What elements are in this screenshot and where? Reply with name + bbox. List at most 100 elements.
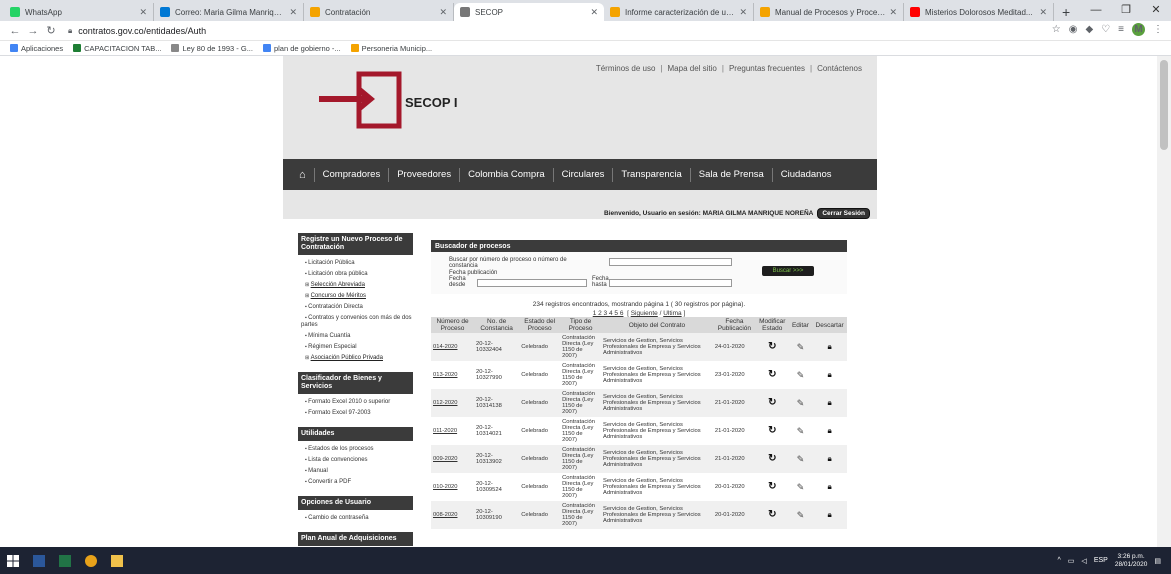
sidebar-item[interactable]: Licitación Pública [301,260,413,267]
lock-icon[interactable]: 🔒︎ [812,473,847,501]
process-link[interactable]: 009-2020 [433,456,458,462]
reload-icon[interactable]: ↻ [44,24,58,37]
sidebar-link[interactable]: Estados de los procesos [308,446,373,452]
menu-icon[interactable]: ⋮ [1153,24,1163,35]
extension-icon[interactable]: ◆ [1085,24,1093,35]
edit-icon[interactable]: ✎ [788,361,813,389]
sidebar-item[interactable]: Formato Excel 2010 o superior [301,399,413,406]
refresh-icon[interactable]: ↻ [755,501,789,529]
sidebar-link[interactable]: Manual [308,468,328,474]
lock-icon[interactable]: 🔒︎ [812,389,847,417]
top-link[interactable]: Preguntas frecuentes [729,64,805,73]
volume-icon[interactable]: ◁ [1081,557,1086,565]
tab-close-icon[interactable]: ✕ [289,7,297,18]
search-button[interactable]: Buscar >>> [762,266,814,276]
sidebar-item[interactable]: Manual [301,468,413,475]
sidebar-link[interactable]: Selección Abreviada [311,282,365,288]
edit-icon[interactable]: ✎ [788,333,813,361]
shield-icon[interactable]: ♡ [1101,24,1110,35]
sidebar-item[interactable]: Asociación Público Privada [301,355,413,362]
edit-icon[interactable]: ✎ [788,473,813,501]
word-icon[interactable] [26,547,52,574]
sidebar-item[interactable]: Licitación obra pública [301,271,413,278]
sidebar-link[interactable]: Licitación obra pública [308,271,367,277]
bookmark-item[interactable]: CAPACITACION TAB... [73,44,161,53]
nav-item[interactable]: Compradores [313,167,389,182]
sidebar-link[interactable]: Convertir a PDF [308,479,351,485]
close-window-icon[interactable]: ✕ [1141,0,1171,21]
refresh-icon[interactable]: ↻ [755,473,789,501]
lock-icon[interactable]: 🔒︎ [812,333,847,361]
sidebar-item[interactable]: Mínima Cuantía [301,333,413,340]
nav-item[interactable]: Circulares [552,167,613,182]
nav-item[interactable]: Transparencia [612,167,689,182]
nav-item[interactable]: Sala de Prensa [689,167,772,182]
start-button[interactable] [0,547,26,574]
lock-icon[interactable]: 🔒︎ [812,417,847,445]
sidebar-link[interactable]: Contratación Directa [308,304,363,310]
nav-item[interactable]: Ciudadanos [771,167,840,182]
refresh-icon[interactable]: ↻ [755,361,789,389]
page-links[interactable]: 1 2 3 4 5 6 [593,310,624,317]
sidebar-link[interactable]: Formato Excel 97-2003 [308,410,370,416]
browser-tab[interactable]: Misterios Dolorosos Meditad... ✕ [904,3,1054,21]
browser-tab[interactable]: Informe caracterización de usua... ✕ [604,3,754,21]
clock[interactable]: 3:26 p.m. 28/01/2020 [1115,553,1148,569]
sidebar-item[interactable]: Selección Abreviada [301,282,413,289]
edit-icon[interactable]: ✎ [788,501,813,529]
tab-close-icon[interactable]: ✕ [139,7,147,18]
bookmark-item[interactable]: Aplicaciones [10,44,63,53]
home-icon[interactable]: ⌂ [299,169,306,181]
bookmark-item[interactable]: Ley 80 de 1993 - G... [171,44,253,53]
sidebar-link[interactable]: Lista de convenciones [308,457,367,463]
top-link[interactable]: Términos de uso [596,64,656,73]
sidebar-item[interactable]: Contratación Directa [301,304,413,311]
scrollbar-thumb[interactable] [1160,60,1168,150]
next-page-link[interactable]: Siguiente [631,310,658,317]
sidebar-item[interactable]: Cambio de contraseña [301,515,413,522]
process-link[interactable]: 008-2020 [433,512,458,518]
sidebar-link[interactable]: Régimen Especial [308,344,356,350]
sidebar-link[interactable]: Formato Excel 2010 o superior [308,399,390,405]
star-icon[interactable]: ☆ [1052,24,1061,35]
process-link[interactable]: 011-2020 [433,428,457,434]
refresh-icon[interactable]: ↻ [755,333,789,361]
profile-avatar[interactable]: M [1132,23,1145,36]
language-indicator[interactable]: ESP [1094,557,1108,564]
sidebar-link[interactable]: Asociación Público Privada [311,355,383,361]
logout-button[interactable]: Cerrar Sesión [817,208,870,219]
refresh-icon[interactable]: ↻ [755,417,789,445]
address-bar[interactable]: 🔒︎ contratos.gov.co/entidades/Auth [68,23,1018,39]
sidebar-link[interactable]: Cambio de contraseña [308,515,368,521]
browser-tab[interactable]: SECOP ✕ [454,3,604,21]
tab-close-icon[interactable]: ✕ [590,7,598,18]
last-page-link[interactable]: Ultima [663,310,681,317]
browser-tab[interactable]: Manual de Procesos y Procedim... ✕ [754,3,904,21]
tab-close-icon[interactable]: ✕ [889,7,897,18]
forward-icon[interactable]: → [26,25,40,37]
process-link[interactable]: 012-2020 [433,400,458,406]
refresh-icon[interactable]: ↻ [755,445,789,473]
lock-icon[interactable]: 🔒︎ [812,361,847,389]
process-link[interactable]: 010-2020 [433,484,458,490]
lock-icon[interactable]: 🔒︎ [812,445,847,473]
media-icon[interactable]: ≡ [1118,24,1124,35]
chevron-up-icon[interactable]: ^ [1058,557,1061,564]
minimize-icon[interactable]: — [1081,0,1111,21]
nav-item[interactable]: Colombia Compra [459,167,553,182]
network-icon[interactable]: ▭ [1068,557,1075,565]
sidebar-item[interactable]: Convertir a PDF [301,479,413,486]
tab-close-icon[interactable]: ✕ [439,7,447,18]
nav-item[interactable]: Proveedores [388,167,459,182]
edit-icon[interactable]: ✎ [788,445,813,473]
edit-icon[interactable]: ✎ [788,417,813,445]
browser-tab[interactable]: WhatsApp ✕ [4,3,154,21]
refresh-icon[interactable]: ↻ [755,389,789,417]
browser-tab[interactable]: Contratación ✕ [304,3,454,21]
top-link[interactable]: Contáctenos [817,64,862,73]
process-link[interactable]: 013-2020 [433,372,458,378]
file-explorer-icon[interactable] [104,547,130,574]
extension-icon[interactable]: ◉ [1069,24,1078,35]
back-icon[interactable]: ← [8,25,22,37]
sidebar-link[interactable]: Licitación Pública [308,260,354,266]
